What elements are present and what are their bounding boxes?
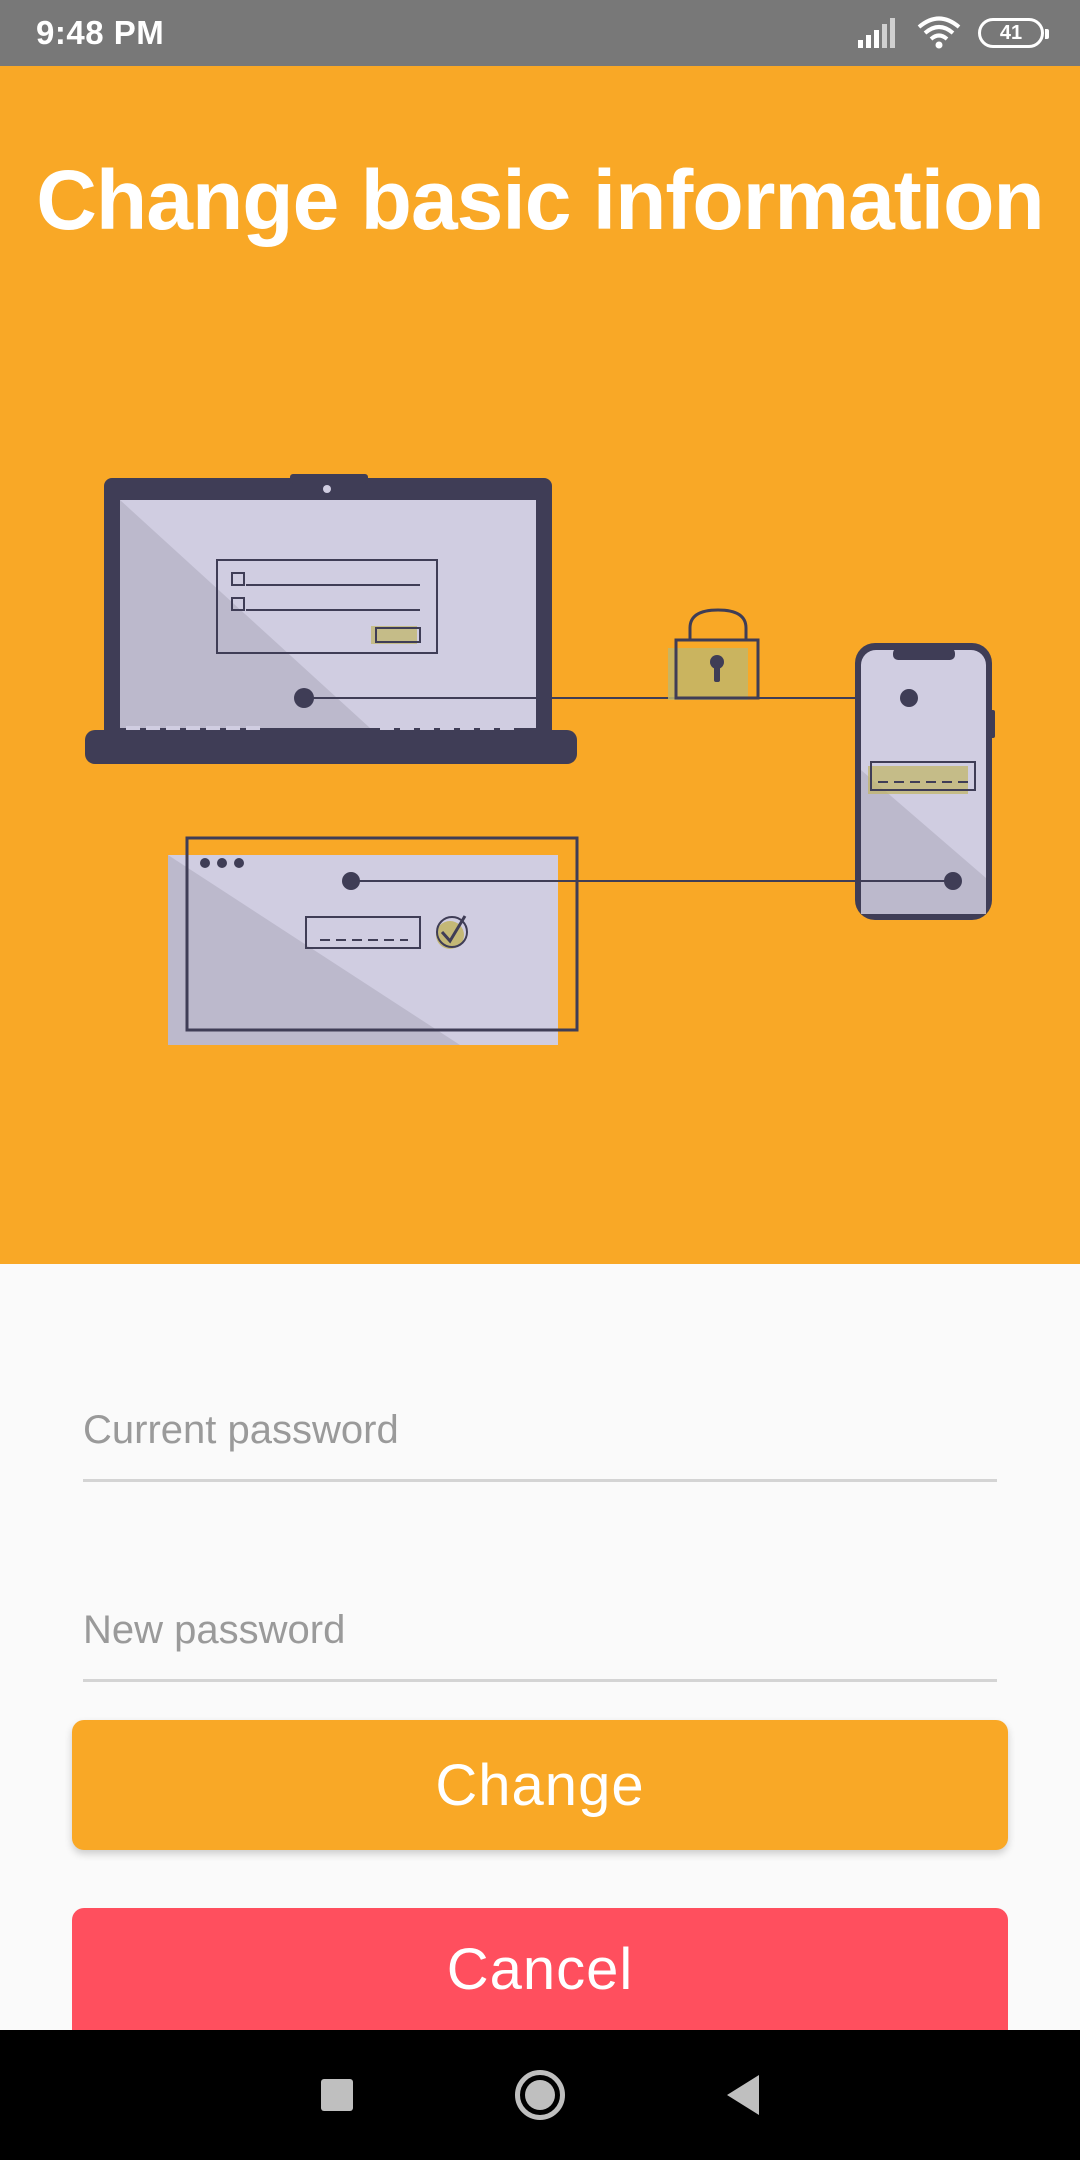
change-password-screen: 9:48 PM 41 Change basic information Chan… — [0, 0, 1080, 2160]
current-password-field-container — [83, 1382, 997, 1482]
header-banner: Change basic information — [0, 66, 1080, 1264]
battery-level: 41 — [999, 21, 1023, 44]
current-password-input[interactable] — [83, 1408, 997, 1453]
system-nav-bar — [0, 2030, 1080, 2160]
new-password-field-container — [83, 1582, 997, 1682]
back-icon[interactable] — [727, 2075, 759, 2115]
change-button-label: Change — [435, 1752, 645, 1818]
recents-icon[interactable] — [321, 2079, 353, 2111]
cancel-button[interactable]: Cancel — [72, 1908, 1008, 2030]
page-title: Change basic information — [36, 153, 1044, 247]
signal-icon — [858, 18, 895, 48]
password-form: Change Cancel — [0, 1264, 1080, 2030]
status-bar: 9:48 PM 41 — [0, 0, 1080, 66]
status-icons: 41 — [858, 16, 1049, 50]
wifi-icon — [917, 16, 961, 49]
status-time: 9:48 PM — [36, 14, 165, 51]
home-icon[interactable] — [515, 2070, 565, 2120]
change-button[interactable]: Change — [72, 1720, 1008, 1850]
battery-icon: 41 — [978, 18, 1049, 48]
cancel-button-label: Cancel — [446, 1936, 634, 2002]
new-password-input[interactable] — [83, 1608, 997, 1653]
